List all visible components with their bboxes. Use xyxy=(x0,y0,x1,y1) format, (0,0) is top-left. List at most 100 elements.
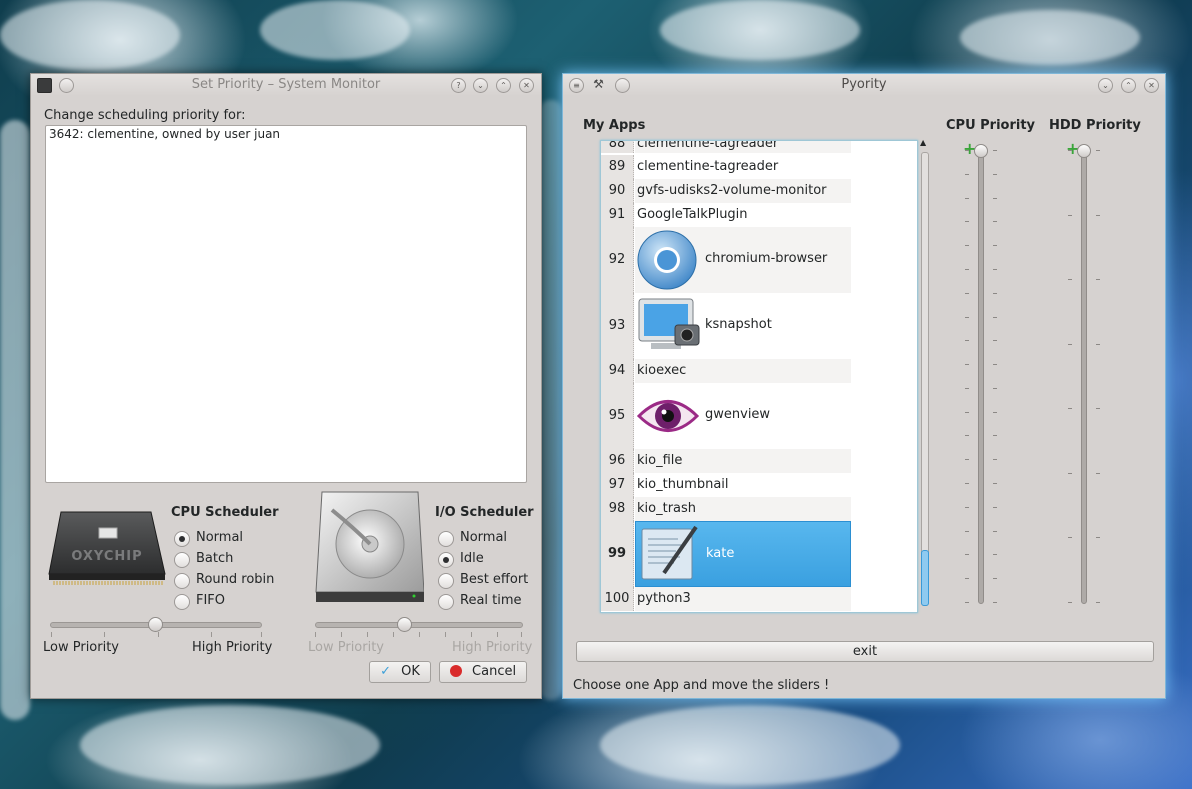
cpu-radio-fifo[interactable] xyxy=(174,594,190,610)
cpu-slider-tick xyxy=(993,554,997,556)
set-priority-titlebar[interactable]: Set Priority – System Monitor ? ⌄ ⌃ ✕ xyxy=(31,74,541,96)
hdd-slider-tick xyxy=(1068,408,1072,410)
cpu-option-round-robin[interactable]: Round robin xyxy=(196,572,274,587)
list-item[interactable]: 93 ksnapshot xyxy=(601,293,851,359)
cpu-radio-batch[interactable] xyxy=(174,552,190,568)
cancel-button[interactable]: Cancel xyxy=(439,661,527,683)
scroll-up-icon[interactable]: ▲ xyxy=(920,138,926,147)
cancel-label: Cancel xyxy=(472,664,517,679)
cpu-option-batch[interactable]: Batch xyxy=(196,551,233,566)
row-name: kate xyxy=(706,546,735,561)
list-item[interactable]: 97 kio_thumbnail xyxy=(601,473,851,497)
hdd-priority-handle[interactable] xyxy=(1077,144,1091,158)
cpu-slider-tick xyxy=(993,435,997,437)
row-name: gvfs-udisks2-volume-monitor xyxy=(635,179,851,203)
hdd-slider-tick xyxy=(1096,602,1100,603)
list-item[interactable]: 98 kio_trash xyxy=(601,497,851,521)
cpu-slider-tick xyxy=(965,483,969,485)
list-item[interactable]: 92 chromium-browser xyxy=(601,227,851,293)
list-item[interactable]: 94 kioexec xyxy=(601,359,851,383)
maximize-icon[interactable]: ⌃ xyxy=(1121,78,1136,93)
cpu-chip-icon: OXYCHIP xyxy=(48,511,166,585)
list-item[interactable]: 100 python3 xyxy=(601,587,851,611)
row-number: 98 xyxy=(601,497,634,521)
list-item[interactable]: 95 gwenview xyxy=(601,383,851,449)
io-option-best-effort[interactable]: Best effort xyxy=(460,572,528,587)
cpu-slider-tick xyxy=(965,340,969,342)
cpu-slider-tick xyxy=(993,387,997,389)
list-item[interactable]: 90 gvfs-udisks2-volume-monitor xyxy=(601,179,851,203)
list-item[interactable]: 88 clementine-tagreader xyxy=(601,141,851,153)
row-name: python3 xyxy=(635,587,851,611)
pyority-titlebar[interactable]: ≡ ⚒ Pyority ⌄ ⌃ ✕ xyxy=(563,74,1165,96)
kate-icon xyxy=(641,525,698,580)
cpu-slider-tick xyxy=(993,578,997,580)
maximize-icon[interactable]: ⌃ xyxy=(496,78,511,93)
cpu-priority-handle[interactable] xyxy=(974,144,988,158)
set-priority-window: Set Priority – System Monitor ? ⌄ ⌃ ✕ Ch… xyxy=(30,73,542,699)
row-number: 96 xyxy=(601,449,634,473)
io-option-idle[interactable]: Idle xyxy=(460,551,484,566)
cpu-slider-tick xyxy=(993,459,997,461)
row-content: kate xyxy=(635,521,851,587)
status-text: Choose one App and move the sliders ! xyxy=(573,678,830,693)
process-info-box[interactable]: 3642: clementine, owned by user juan xyxy=(45,125,527,483)
close-icon[interactable]: ✕ xyxy=(519,78,534,93)
chromium-icon xyxy=(637,230,697,290)
row-name: ksnapshot xyxy=(705,317,772,332)
list-item[interactable]: 89 clementine-tagreader xyxy=(601,155,851,179)
cpu-option-fifo[interactable]: FIFO xyxy=(196,593,225,608)
minimize-icon[interactable]: ⌄ xyxy=(1098,78,1113,93)
exit-button[interactable]: exit xyxy=(576,641,1154,662)
row-number: 100 xyxy=(601,587,634,611)
cpu-slider-tick xyxy=(993,411,997,413)
cpu-radio-round-robin[interactable] xyxy=(174,573,190,589)
io-radio-best-effort[interactable] xyxy=(438,573,454,589)
io-slider-handle[interactable] xyxy=(396,617,412,632)
cpu-slider-tick xyxy=(965,530,969,532)
cpu-scheduler-title: CPU Scheduler xyxy=(171,505,279,520)
hdd-slider-tick xyxy=(1068,472,1072,474)
hard-disk-icon xyxy=(315,491,424,602)
cpu-slider-tick xyxy=(993,506,997,508)
list-item[interactable]: 91 GoogleTalkPlugin xyxy=(601,203,851,227)
cpu-slider-tick xyxy=(993,364,997,366)
hdd-slider-tick xyxy=(1096,472,1100,474)
row-number: 88 xyxy=(601,141,634,153)
row-name: GoogleTalkPlugin xyxy=(635,203,851,227)
io-radio-normal[interactable] xyxy=(438,531,454,547)
change-scheduling-label: Change scheduling priority for: xyxy=(44,108,246,123)
list-item-selected[interactable]: 99 kate xyxy=(601,521,851,587)
cpu-slider-tick xyxy=(993,245,997,247)
row-number: 95 xyxy=(601,383,634,449)
cpu-slider-handle[interactable] xyxy=(148,617,163,632)
row-number: 94 xyxy=(601,359,634,383)
row-number: 93 xyxy=(601,293,634,359)
help-icon[interactable]: ? xyxy=(451,78,466,93)
row-content: ksnapshot xyxy=(635,293,851,359)
row-name: clementine-tagreader xyxy=(635,141,851,153)
io-radio-real-time[interactable] xyxy=(438,594,454,610)
io-option-normal[interactable]: Normal xyxy=(460,530,507,545)
cpu-option-normal[interactable]: Normal xyxy=(196,530,243,545)
row-content: chromium-browser xyxy=(635,227,851,293)
row-name: chromium-browser xyxy=(705,251,828,266)
scroll-thumb[interactable] xyxy=(921,550,929,606)
scroll-track[interactable] xyxy=(921,152,929,606)
window-title: Pyority xyxy=(841,77,887,92)
row-number: 92 xyxy=(601,227,634,293)
io-radio-idle[interactable] xyxy=(438,552,454,568)
list-item[interactable]: 96 kio_file xyxy=(601,449,851,473)
io-option-real-time[interactable]: Real time xyxy=(460,593,522,608)
cpu-radio-normal[interactable] xyxy=(174,531,190,547)
hdd-slider-tick xyxy=(1068,343,1072,345)
hdd-slider-tick xyxy=(1096,408,1100,410)
process-line: 3642: clementine, owned by user juan xyxy=(49,127,281,141)
hdd-priority-label: HDD Priority xyxy=(1049,118,1141,133)
app-list[interactable]: 88 clementine-tagreader 89 clementine-ta… xyxy=(600,140,918,613)
row-name: clementine-tagreader xyxy=(635,155,851,179)
close-icon[interactable]: ✕ xyxy=(1144,78,1159,93)
row-name: kioexec xyxy=(635,359,851,383)
minimize-icon[interactable]: ⌄ xyxy=(473,78,488,93)
ok-button[interactable]: ✓ OK xyxy=(369,661,431,683)
